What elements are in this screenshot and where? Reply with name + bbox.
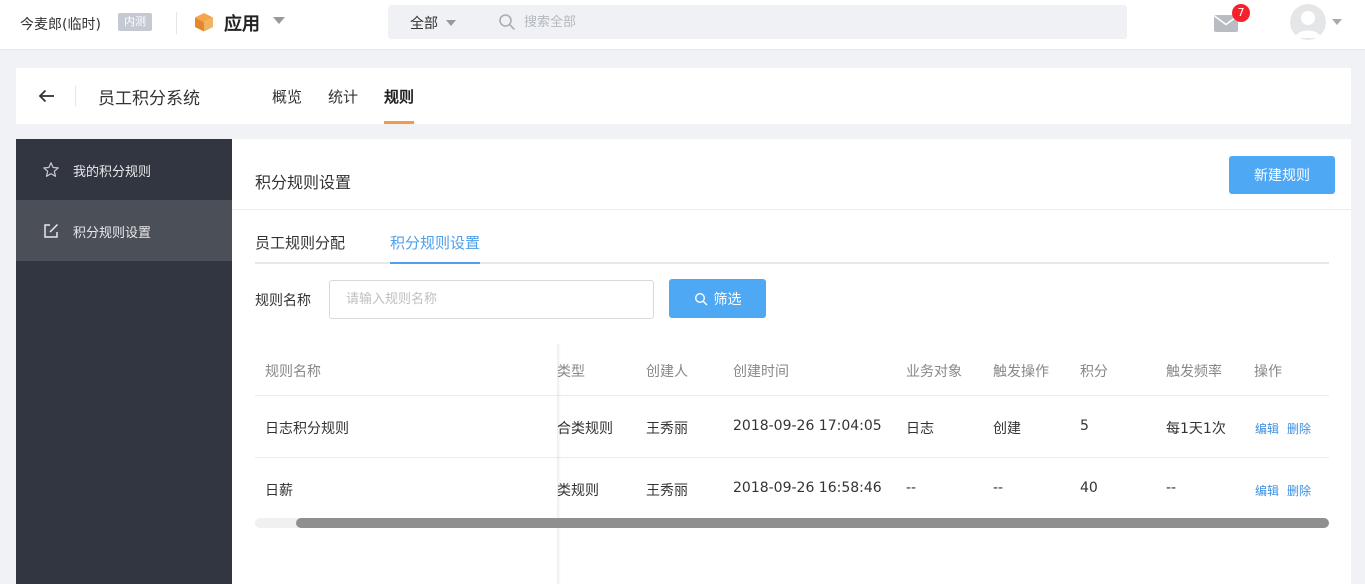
- chevron-down-icon[interactable]: [273, 17, 285, 24]
- tab-overview[interactable]: 概览: [272, 86, 302, 124]
- cell-created-time: 2018-09-26 16:58:46: [733, 480, 882, 496]
- cell-trigger-action: --: [993, 480, 1004, 496]
- column-header: 触发频率: [1166, 364, 1222, 380]
- filter-label: 规则名称: [255, 293, 311, 309]
- sidebar-item-my-rules[interactable]: 我的积分规则: [16, 139, 232, 200]
- user-icon: [1295, 11, 1321, 38]
- top-bar: 今麦郎(临时) 内测 应用 全部 7: [0, 0, 1365, 50]
- sidebar-item-label: 我的积分规则: [73, 165, 152, 180]
- tab-employee-rule-assignment[interactable]: 员工规则分配: [255, 232, 345, 264]
- rule-name-input[interactable]: [329, 280, 654, 319]
- cell-rule-name: 日薪: [265, 483, 293, 499]
- horizontal-scrollbar-thumb[interactable]: [296, 518, 1329, 528]
- edit-link[interactable]: 编辑: [1255, 482, 1279, 499]
- column-header: 积分: [1080, 364, 1108, 380]
- cell-type: 类规则: [557, 483, 599, 499]
- delete-link[interactable]: 删除: [1287, 420, 1311, 437]
- cell-business-object: 日志: [906, 421, 934, 437]
- star-icon: [43, 162, 59, 177]
- cell-business-object: --: [906, 480, 917, 496]
- fixed-column-shadow: [557, 344, 561, 584]
- tab-points-rule-settings[interactable]: 积分规则设置: [390, 232, 481, 264]
- cell-type: 合类规则: [557, 421, 613, 437]
- back-arrow-icon[interactable]: [38, 87, 56, 105]
- search-icon: [499, 14, 515, 30]
- column-header: 触发操作: [993, 364, 1049, 380]
- app-switcher-label[interactable]: 应用: [224, 10, 260, 36]
- system-header: 员工积分系统 概览 统计 规则: [16, 68, 1351, 124]
- mail-count-badge: 7: [1232, 4, 1250, 22]
- cube-icon: [195, 13, 213, 32]
- avatar[interactable]: [1290, 4, 1326, 40]
- cell-trigger-action: 创建: [993, 421, 1021, 437]
- sidebar-item-label: 积分规则设置: [73, 226, 152, 241]
- search-input[interactable]: [524, 11, 1084, 33]
- column-header: 类型: [557, 364, 585, 380]
- tab-statistics[interactable]: 统计: [328, 86, 358, 124]
- filter-button-label: 筛选: [713, 291, 742, 308]
- global-search: 全部: [388, 5, 1127, 39]
- sidebar-item-rule-settings[interactable]: 积分规则设置: [16, 200, 232, 261]
- org-name[interactable]: 今麦郎(临时): [20, 14, 101, 34]
- edit-icon: [44, 223, 59, 238]
- cell-created-time: 2018-09-26 17:04:05: [733, 418, 882, 434]
- column-header: 创建时间: [733, 364, 789, 380]
- system-title: 员工积分系统: [98, 89, 200, 109]
- column-header: 业务对象: [906, 364, 962, 380]
- divider: [75, 86, 76, 106]
- sidebar: 我的积分规则 积分规则设置: [16, 139, 232, 584]
- cell-points: 40: [1080, 480, 1098, 496]
- tab-rules[interactable]: 规则: [384, 86, 415, 124]
- column-header: 创建人: [646, 364, 688, 380]
- delete-link[interactable]: 删除: [1287, 482, 1311, 499]
- page-title: 积分规则设置: [255, 173, 352, 192]
- fixed-name-column: 日志积分规则 日薪: [255, 344, 557, 584]
- cell-frequency: --: [1166, 480, 1177, 496]
- divider: [232, 209, 1351, 210]
- column-header: 操作: [1254, 364, 1282, 380]
- cell-creator: 王秀丽: [646, 421, 688, 437]
- divider: [176, 12, 177, 34]
- chevron-down-icon[interactable]: [446, 20, 456, 26]
- new-rule-button[interactable]: 新建规则: [1229, 156, 1335, 194]
- chevron-down-icon[interactable]: [1332, 19, 1342, 25]
- filter-button[interactable]: 筛选: [669, 279, 766, 318]
- cell-frequency: 每1天1次: [1166, 421, 1226, 437]
- edit-link[interactable]: 编辑: [1255, 420, 1279, 437]
- search-scope-select[interactable]: 全部: [410, 13, 438, 33]
- cell-rule-name: 日志积分规则: [265, 421, 349, 437]
- search-icon: [694, 292, 707, 305]
- main-panel: 积分规则设置 新建规则 员工规则分配 积分规则设置 规则名称 筛选 规则名称 类…: [232, 139, 1351, 584]
- org-badge: 内测: [118, 13, 152, 31]
- cell-points: 5: [1080, 418, 1089, 434]
- cell-creator: 王秀丽: [646, 483, 688, 499]
